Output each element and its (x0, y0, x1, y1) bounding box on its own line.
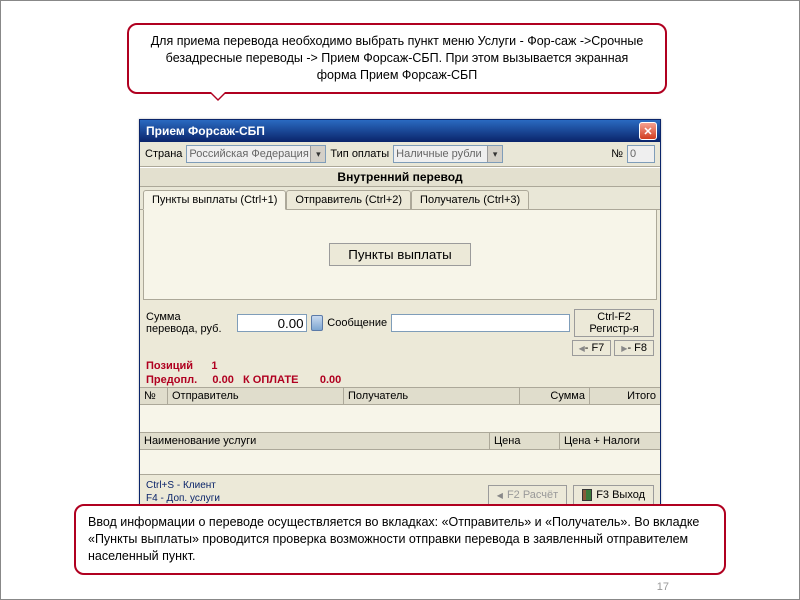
page-number: 17 (657, 581, 669, 593)
titlebar: Прием Форсаж-СБП ✕ (140, 120, 660, 142)
callout-bottom: Ввод информации о переводе осуществляетс… (74, 504, 726, 575)
prepay-label: Предопл. (146, 374, 197, 386)
exit-button[interactable]: F3 Выход (573, 485, 654, 505)
num-value: 0 (630, 148, 636, 160)
col-num: № (140, 388, 168, 404)
f7-button[interactable]: ◀- F7 (572, 340, 612, 356)
register-button[interactable]: Ctrl-F2 Регистр-я (574, 309, 654, 337)
country-combo[interactable]: Российская Федерация (186, 145, 326, 163)
grid2-body[interactable] (140, 450, 660, 474)
chevron-left-icon: ◀ (497, 491, 503, 500)
num-label: № (611, 148, 623, 160)
amount-label: Сумма перевода, руб. (146, 311, 233, 335)
prepay-value: 0.00 (212, 374, 233, 386)
close-icon: ✕ (643, 125, 652, 138)
country-value: Российская Федерация (189, 148, 308, 160)
paytype-value: Наличные рубли (396, 148, 482, 160)
grid2-header: Наименование услуги Цена Цена + Налоги (140, 433, 660, 450)
col-price-tax: Цена + Налоги (560, 433, 660, 449)
positions-value: 1 (211, 360, 217, 372)
payout-points-button[interactable]: Пункты выплаты (329, 243, 470, 266)
col-service: Наименование услуги (140, 433, 490, 449)
num-field[interactable]: 0 (627, 145, 655, 163)
tab-body: Пункты выплаты (143, 210, 657, 300)
app-window: Прием Форсаж-СБП ✕ Страна Российская Фед… (139, 119, 661, 511)
f8-button[interactable]: ▶- F8 (614, 340, 654, 356)
calculator-icon[interactable] (311, 315, 324, 331)
calc-button[interactable]: ◀ F2 Расчёт (488, 485, 567, 505)
topay-label: К ОПЛАТЕ (243, 374, 298, 386)
amount-input[interactable] (237, 314, 307, 332)
grid1-header: № Отправитель Получатель Сумма Итого (140, 387, 660, 405)
exit-icon (582, 489, 592, 501)
positions-label: Позиций (146, 360, 193, 372)
message-label: Сообщение (327, 317, 387, 329)
col-recipient: Получатель (344, 388, 520, 404)
callout-top-text: Для приема перевода необходимо выбрать п… (151, 34, 644, 82)
col-sender: Отправитель (168, 388, 344, 404)
chevron-down-icon (487, 146, 502, 162)
topay-value: 0.00 (320, 374, 341, 386)
col-sum: Сумма (520, 388, 590, 404)
grid1-body[interactable] (140, 405, 660, 433)
footer-hints: Ctrl+S - Клиент F4 - Доп. услуги (146, 480, 482, 505)
tabs-bar: Пункты выплаты (Ctrl+1) Отправитель (Ctr… (140, 187, 660, 210)
col-total: Итого (590, 388, 660, 404)
tab-payout-points[interactable]: Пункты выплаты (Ctrl+1) (143, 190, 286, 210)
paytype-label: Тип оплаты (330, 148, 389, 160)
callout-bottom-text: Ввод информации о переводе осуществляетс… (88, 515, 699, 563)
callout-top: Для приема перевода необходимо выбрать п… (127, 23, 667, 94)
window-title: Прием Форсаж-СБП (146, 124, 639, 138)
section-header: Внутренний перевод (140, 167, 660, 187)
message-input[interactable] (391, 314, 570, 332)
toolbar: Страна Российская Федерация Тип оплаты Н… (140, 142, 660, 167)
paytype-combo[interactable]: Наличные рубли (393, 145, 503, 163)
hint-client: Ctrl+S - Клиент (146, 480, 482, 493)
tab-sender[interactable]: Отправитель (Ctrl+2) (286, 190, 411, 209)
chevron-down-icon (310, 146, 325, 162)
close-button[interactable]: ✕ (639, 122, 657, 140)
tab-recipient[interactable]: Получатель (Ctrl+3) (411, 190, 529, 209)
col-price: Цена (490, 433, 560, 449)
country-label: Страна (145, 148, 182, 160)
